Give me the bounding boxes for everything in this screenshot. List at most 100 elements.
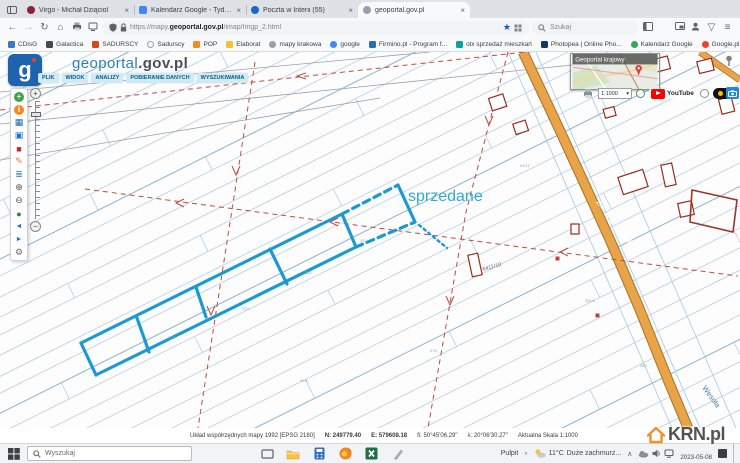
layers-icon[interactable]: ▣	[11, 129, 27, 142]
add-icon[interactable]: +	[11, 90, 27, 103]
menu-plik[interactable]: PLIK	[38, 73, 59, 83]
taskbar-search[interactable]: Wyszukaj	[27, 446, 192, 461]
bookmark-item[interactable]: mapy krakowa	[269, 40, 321, 48]
draw-icon[interactable]: ✎	[11, 155, 27, 168]
camera-button[interactable]	[726, 87, 739, 99]
measure-icon[interactable]: ≣	[11, 168, 27, 181]
tab-calendar[interactable]: Kalendarz Google - Tydzień, w ×	[134, 2, 246, 18]
library-icon[interactable]	[641, 21, 654, 34]
bookmark-item[interactable]: Elaborat	[226, 40, 260, 48]
svg-text:381/2: 381/2	[585, 298, 596, 303]
excel-icon[interactable]	[358, 444, 384, 463]
print-icon[interactable]	[70, 22, 83, 34]
zoom-out-button[interactable]: −	[30, 221, 41, 232]
tab-favicon	[27, 6, 35, 14]
volume-icon[interactable]	[652, 449, 661, 458]
zoom-track[interactable]	[35, 101, 40, 219]
bookmark-item[interactable]: Photopea | Online Pho...	[540, 40, 622, 48]
menu-widok[interactable]: WIDOK	[61, 73, 89, 83]
desktop-toolbar-chevron[interactable]: »	[524, 451, 527, 457]
menu-wyszukiwania[interactable]: WYSZUKIWANIA	[196, 73, 249, 83]
chevron-down-icon: ▾	[626, 90, 629, 97]
youtube-button[interactable]: YouTube	[649, 88, 696, 99]
svg-text:319: 319	[242, 306, 249, 311]
start-button[interactable]	[8, 447, 20, 460]
zoom-out-icon[interactable]: ⊖	[11, 194, 27, 207]
firefox-view-icon[interactable]	[4, 2, 20, 17]
back-view-icon[interactable]: ◄	[11, 220, 27, 233]
zoom-handle[interactable]	[31, 112, 41, 117]
tab-mail[interactable]: Poczta w Interii (55) ×	[246, 2, 358, 18]
bookmark-item[interactable]: Firmino.pl - Program f...	[368, 40, 447, 48]
reload-icon[interactable]: ↻	[38, 22, 51, 33]
home-icon[interactable]: ⌂	[54, 22, 67, 33]
zoom-slider[interactable]: + −	[30, 88, 42, 232]
geoportal-menu: PLIK WIDOK ANALIZY POBIERANIE DANYCH WYS…	[38, 73, 249, 83]
select-area-icon[interactable]: ■	[11, 142, 27, 155]
notes-pen-icon[interactable]	[384, 444, 410, 463]
bookmark-item[interactable]: POP	[193, 40, 217, 48]
task-view-icon[interactable]	[254, 444, 280, 463]
picture-in-picture-icon[interactable]	[673, 22, 686, 33]
lock-icon[interactable]	[120, 23, 127, 32]
show-desktop-button[interactable]	[733, 443, 736, 463]
tab-geoportal-active[interactable]: geoportal.gov.pl ×	[358, 2, 470, 18]
tab-close-icon[interactable]: ×	[124, 6, 129, 15]
desktop-toolbar-label[interactable]: Pulpit	[501, 450, 519, 457]
forward-view-icon[interactable]: ►	[11, 233, 27, 246]
tab-strip: Virgo - Michał Dziąciol × Kalendarz Goog…	[0, 0, 740, 18]
file-explorer-icon[interactable]	[280, 444, 306, 463]
geoportal-logo[interactable]: g	[8, 54, 42, 86]
bookmark-item[interactable]: Sadurscy	[147, 40, 184, 48]
tray-expand-icon[interactable]: ∧	[627, 450, 632, 458]
network-icon[interactable]	[664, 449, 674, 458]
tab-close-icon[interactable]: ×	[348, 6, 353, 15]
onedrive-cloud-icon[interactable]	[638, 450, 649, 458]
tab-close-icon[interactable]: ×	[236, 6, 241, 15]
bookmark-item[interactable]: Google.pl	[701, 40, 739, 48]
account-icon[interactable]	[689, 22, 702, 34]
info-circle-icon[interactable]	[699, 89, 709, 98]
menu-analizy[interactable]: ANALIZY	[91, 73, 124, 83]
search-placeholder: Szukaj	[550, 24, 572, 31]
shield-icon[interactable]	[109, 23, 117, 32]
overview-minimap[interactable]: Geoportal krajowy	[570, 53, 660, 90]
zoom-in-icon[interactable]: ⊕	[11, 181, 27, 194]
bookmark-item[interactable]: olx sprzedaż mieszkań	[456, 40, 532, 48]
pocket-icon[interactable]: ▽	[705, 22, 718, 33]
address-bar[interactable]: https://mapy.geoportal.gov.pl/imap/Imgp_…	[102, 20, 529, 35]
bookmark-item[interactable]: SADURSCY	[92, 40, 138, 48]
bookmark-item[interactable]: Galactica	[46, 40, 83, 48]
info-icon[interactable]: i	[11, 103, 27, 116]
back-icon[interactable]: ←	[6, 22, 19, 33]
help-circle-icon[interactable]	[636, 89, 645, 98]
notification-center-icon[interactable]	[718, 449, 727, 458]
firefox-icon[interactable]	[332, 444, 358, 463]
zoom-in-button[interactable]: +	[30, 88, 41, 99]
tab-virgo[interactable]: Virgo - Michał Dziąciol ×	[22, 2, 134, 18]
menu-pobieranie[interactable]: POBIERANIE DANYCH	[126, 73, 194, 83]
bookmark-item[interactable]: Kalendarz Google	[630, 40, 693, 48]
weather-widget[interactable]: 11°C Duże zachmurz...	[534, 448, 621, 459]
grid-icon[interactable]: ▦	[11, 116, 27, 129]
extensions-icon[interactable]	[514, 24, 522, 32]
tab-close-icon[interactable]: ×	[460, 6, 465, 15]
pin-icon[interactable]	[724, 54, 734, 72]
scale-select[interactable]: 1:1000 ▾	[598, 88, 632, 99]
send-to-device-icon[interactable]	[86, 22, 99, 34]
globe-icon[interactable]: ●	[11, 207, 27, 220]
bookmark-favicon	[540, 40, 548, 48]
tab-title: Kalendarz Google - Tydzień, w	[151, 6, 234, 14]
menu-icon[interactable]: ≡	[721, 22, 734, 33]
bookmark-star-icon[interactable]: ★	[503, 22, 511, 33]
forward-icon[interactable]: →	[22, 22, 35, 33]
navigation-bar: ← → ↻ ⌂ https://mapy.geoportal.gov.pl/im…	[0, 18, 740, 37]
bookmark-item[interactable]: google	[330, 40, 360, 48]
cadastral-map[interactable]: sprzedane Za Ogrodem Wesoła 318 319 320 …	[0, 52, 740, 428]
bookmark-item[interactable]: CDisG	[8, 40, 37, 48]
print-map-icon[interactable]	[582, 88, 594, 99]
clock[interactable]: 2023-05-08	[680, 444, 712, 463]
calculator-icon[interactable]	[306, 444, 332, 463]
browser-search-field[interactable]: Szukaj	[532, 20, 638, 35]
settings-gear-icon[interactable]: ⚙	[11, 246, 27, 259]
